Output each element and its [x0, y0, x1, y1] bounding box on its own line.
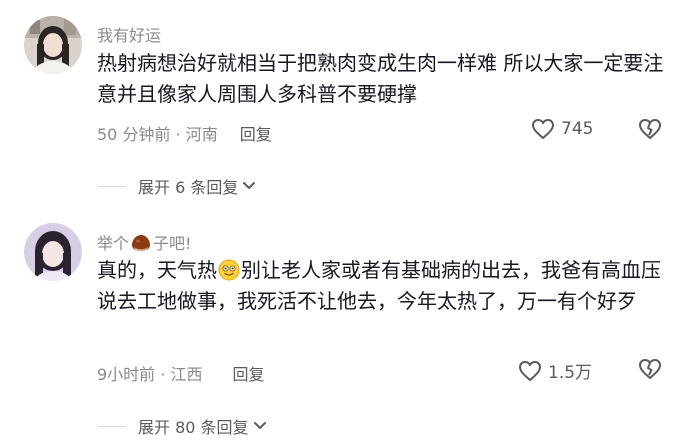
expand-divider [98, 425, 126, 427]
chestnut-icon [132, 235, 151, 252]
broken-heart-icon [639, 359, 661, 379]
reply-button[interactable]: 回复 [232, 365, 264, 384]
username[interactable]: 举个 子吧! [97, 230, 191, 254]
heart-icon [519, 360, 541, 381]
comment-text-part: 真的，天气热 [97, 258, 217, 282]
comment-text: 真的，天气热 别让老人家或者有基础病的出去，我爸有高血压说去工地做事，我死活不让… [97, 255, 677, 317]
comment-list: 我有好运 热射病想治好就相当于把熟肉变成生肉一样难 所以大家一定要注意并且像家人… [0, 0, 690, 448]
like-button[interactable]: 1.5万 [518, 358, 592, 383]
username-part: 子吧! [153, 234, 192, 253]
expand-replies-button[interactable]: 展开 80 条回复 [98, 414, 268, 438]
avatar[interactable] [24, 223, 82, 281]
comment-time-location: 9小时前 · 江西 [97, 365, 203, 384]
comment-item: 举个 子吧! 真的，天气热 别让老人家或者有基础病的出去，我爸有高血压说去工地做… [0, 0, 690, 448]
comment-meta: 9小时前 · 江西 回复 [97, 361, 264, 385]
expand-replies-label: 展开 80 条回复 [138, 418, 249, 437]
like-count: 1.5万 [548, 363, 593, 383]
dislike-button[interactable] [638, 358, 662, 384]
username-part: 举个 [97, 234, 130, 253]
smiling-face-emoji [218, 259, 240, 281]
chevron-down-icon [253, 422, 266, 429]
